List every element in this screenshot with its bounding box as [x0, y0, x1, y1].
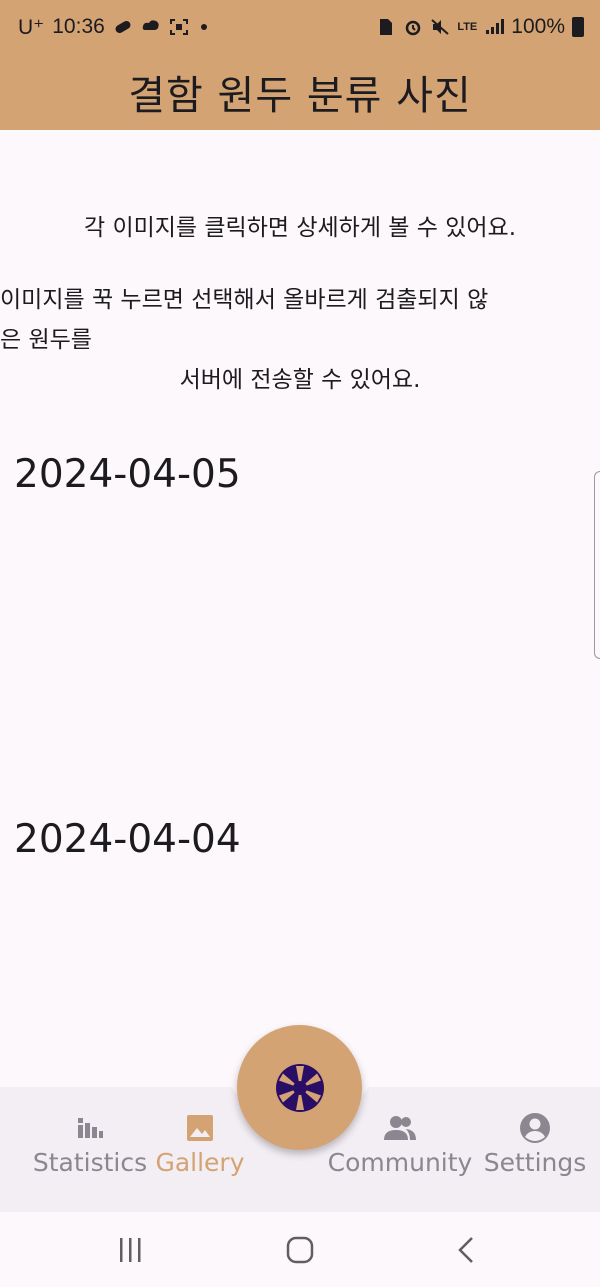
screenshot-icon	[169, 19, 188, 35]
nav-label-community: Community	[327, 1148, 473, 1177]
nav-label-settings: Settings	[483, 1148, 587, 1177]
instruction-line-3: 은 원두를	[0, 327, 92, 353]
clock: 10:36	[52, 15, 105, 38]
recent-apps-icon[interactable]	[110, 1234, 150, 1266]
camera-shutter-icon	[275, 1063, 324, 1112]
cloud-bolt-icon	[142, 20, 159, 30]
back-icon[interactable]	[450, 1234, 490, 1266]
nav-label-gallery: Gallery	[155, 1148, 245, 1177]
instruction-line-2: 이미지를 꾹 누르면 선택해서 올바르게 검출되지 않	[0, 287, 489, 313]
sim-icon	[380, 19, 393, 35]
instruction-line-4: 서버에 전송할 수 있어요.	[179, 367, 421, 393]
scrollbar-thumb[interactable]	[594, 471, 600, 659]
date-header-1: 2024-04-05	[14, 452, 241, 497]
people-icon	[384, 1116, 416, 1140]
instruction-long-press: 이미지를 꾹 누르면 선택해서 올바르게 검출되지 않 은 원두를 서버에 전송…	[0, 280, 600, 400]
pill-icon	[115, 21, 131, 33]
signal-icon	[486, 19, 505, 34]
page-title: 결함 원두 분류 사진	[128, 73, 472, 119]
instruction-tap: 각 이미지를 클릭하면 상세하게 볼 수 있어요.	[83, 215, 517, 241]
home-icon[interactable]	[280, 1234, 320, 1266]
app-bar: 결함 원두 분류 사진	[0, 54, 600, 130]
notification-dot-icon	[200, 24, 207, 30]
carrier-label: U⁺	[18, 15, 45, 39]
status-bar: U⁺ 10:36 LTE 100%	[0, 0, 600, 54]
status-right: LTE 100%	[376, 15, 584, 39]
alarm-icon	[406, 20, 421, 36]
battery-percent: 100%	[511, 15, 565, 38]
mute-icon	[431, 19, 449, 35]
account-circle-icon	[520, 1113, 550, 1143]
network-type: LTE	[457, 21, 478, 33]
gallery-content[interactable]: 각 이미지를 클릭하면 상세하게 볼 수 있어요. 이미지를 꾹 누르면 선택해…	[0, 130, 600, 1088]
date-header-2: 2024-04-04	[14, 817, 241, 862]
battery-icon	[572, 17, 584, 37]
bar-chart-icon	[78, 1118, 103, 1138]
camera-fab-button[interactable]	[237, 1025, 362, 1150]
nav-item-settings[interactable]: Settings	[460, 1112, 600, 1192]
image-icon	[187, 1115, 213, 1141]
status-left: U⁺ 10:36	[18, 15, 207, 40]
system-nav-bar	[0, 1212, 600, 1287]
